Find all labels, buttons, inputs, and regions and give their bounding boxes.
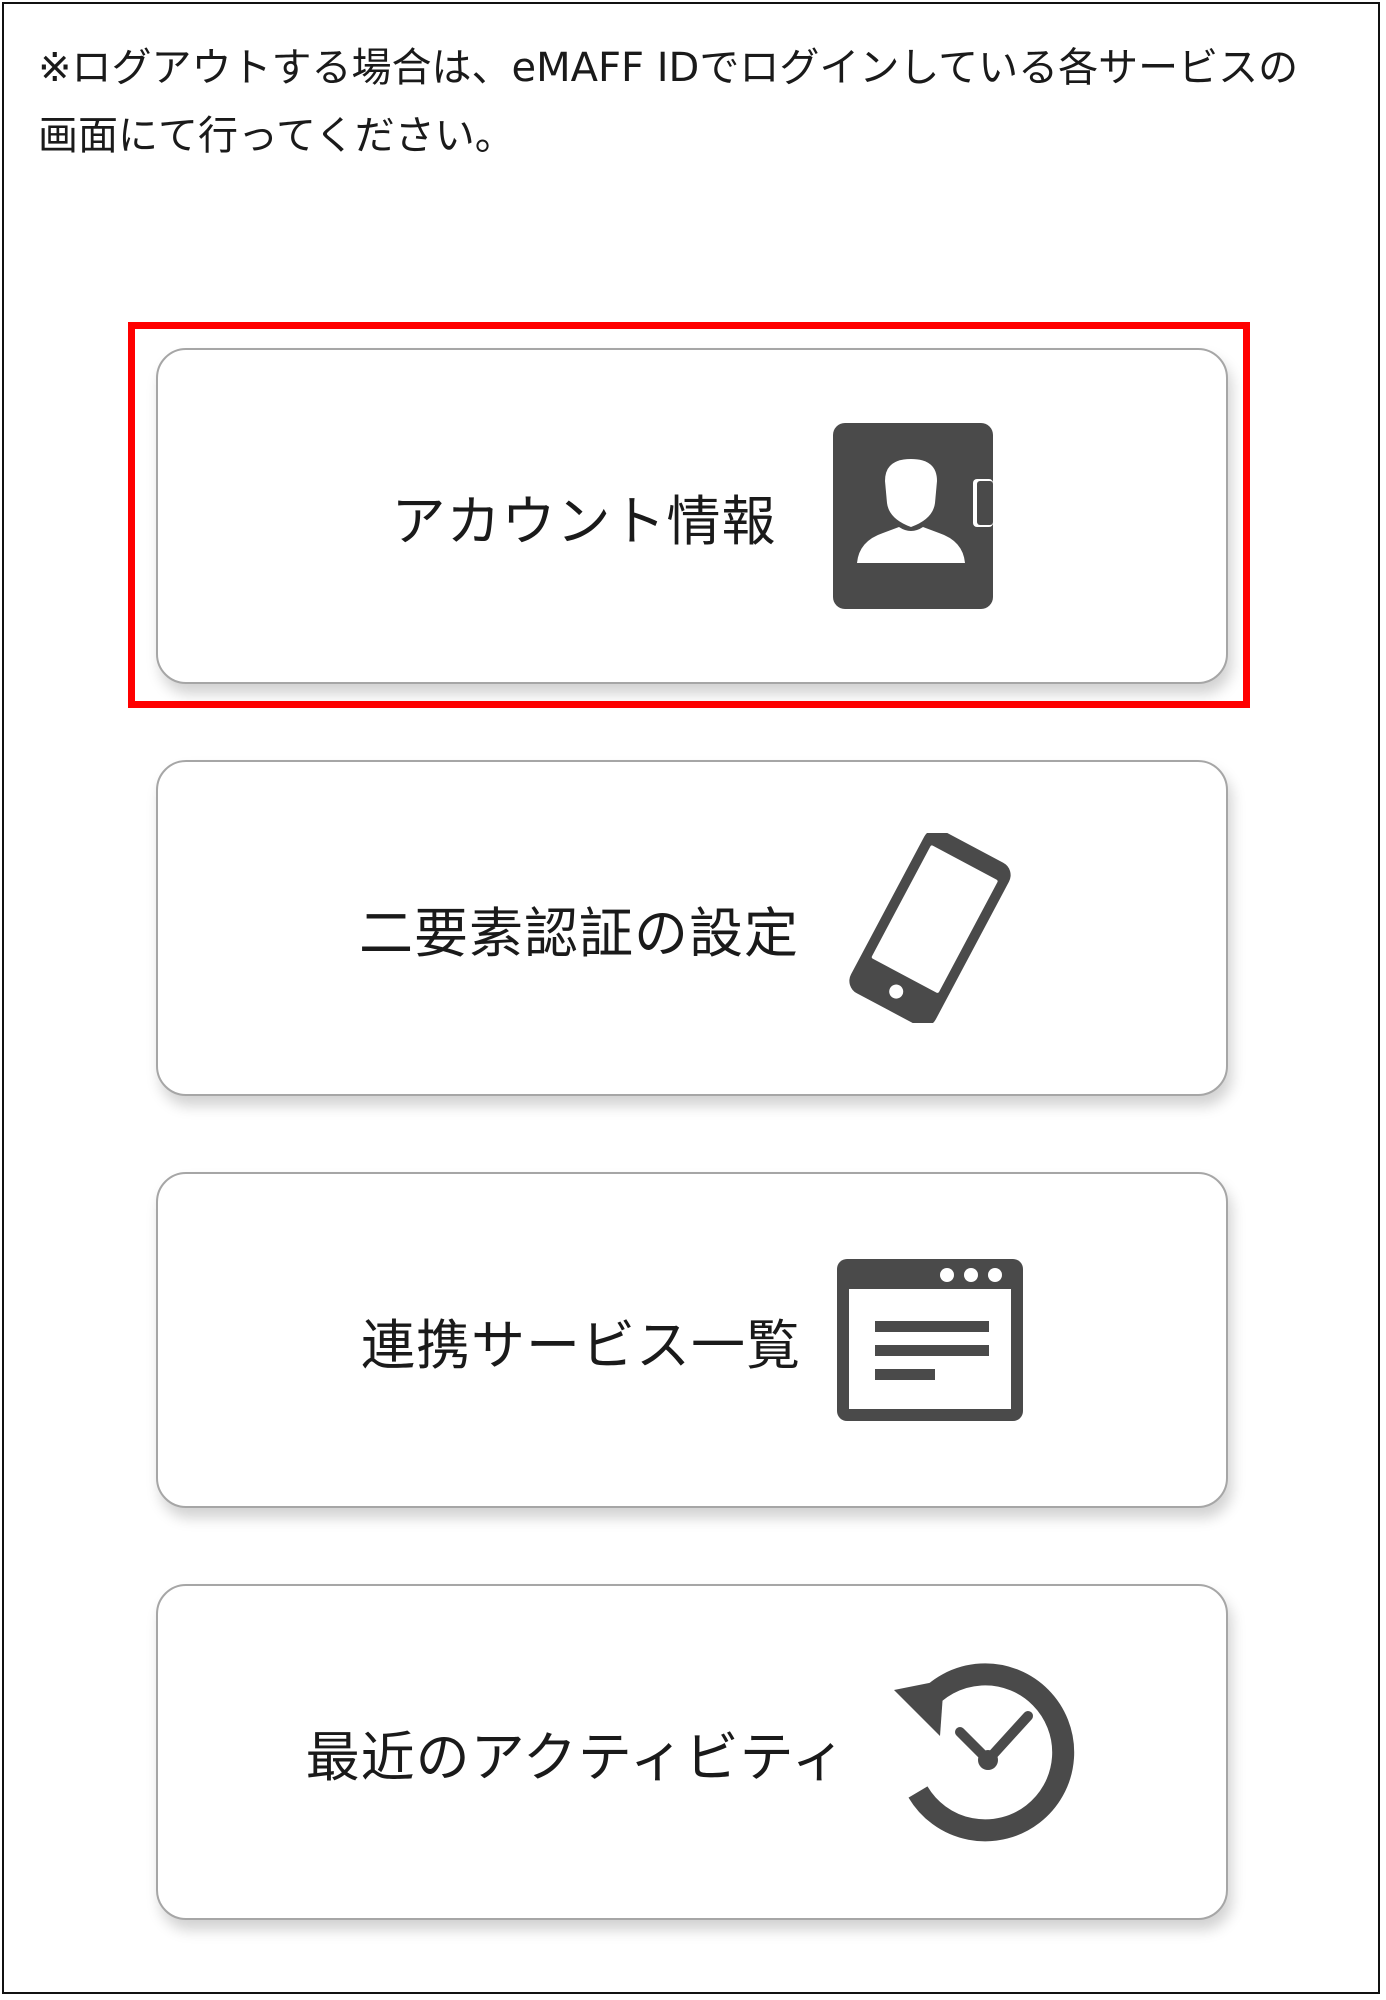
linked-services-label: 連携サービス一覧	[361, 1313, 801, 1377]
clock-history-icon	[894, 1663, 1075, 1842]
two-factor-settings-button[interactable]: 二要素認証の設定	[156, 760, 1228, 1096]
browser-window-icon	[837, 1259, 1023, 1421]
account-info-label: アカウント情報	[391, 489, 777, 553]
two-factor-settings-label: 二要素認証の設定	[359, 901, 799, 965]
recent-activity-button[interactable]: 最近のアクティビティ	[156, 1584, 1228, 1920]
recent-activity-label: 最近のアクティビティ	[305, 1725, 847, 1789]
logout-notice: ※ログアウトする場合は、eMAFF IDでログインしている各サービスの画面にて行…	[38, 45, 1299, 159]
linked-services-button[interactable]: 連携サービス一覧	[156, 1172, 1228, 1508]
account-info-button[interactable]: アカウント情報	[156, 348, 1228, 684]
account-card-icon	[832, 423, 993, 609]
smartphone-icon	[849, 833, 1011, 1023]
